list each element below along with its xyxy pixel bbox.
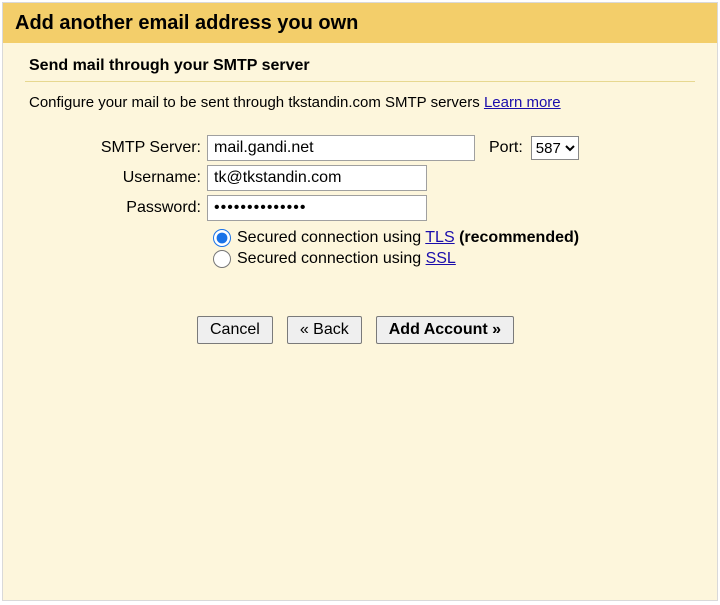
cancel-button[interactable]: Cancel <box>197 316 273 344</box>
password-input[interactable] <box>207 195 427 221</box>
security-radio-group: Secured connection using TLS (recommende… <box>213 229 695 268</box>
smtp-form: SMTP Server: Port: 587 Username: Passwor… <box>29 135 695 344</box>
radio-ssl[interactable] <box>213 250 231 268</box>
dialog-window: Add another email address you own Send m… <box>2 2 718 601</box>
radio-tls-prefix: Secured connection using <box>237 229 425 246</box>
smtp-label: SMTP Server: <box>29 139 207 157</box>
instruction-text: Configure your mail to be sent through t… <box>29 94 695 111</box>
username-label: Username: <box>29 169 207 187</box>
username-input[interactable] <box>207 165 427 191</box>
button-row: Cancel « Back Add Account » <box>197 316 695 344</box>
password-label: Password: <box>29 199 207 217</box>
tls-link[interactable]: TLS <box>425 229 454 246</box>
radio-tls[interactable] <box>213 229 231 247</box>
row-smtp: SMTP Server: Port: 587 <box>29 135 695 161</box>
radio-ssl-row[interactable]: Secured connection using SSL <box>213 250 695 268</box>
learn-more-link[interactable]: Learn more <box>484 94 561 111</box>
radio-ssl-prefix: Secured connection using <box>237 250 426 267</box>
back-button[interactable]: « Back <box>287 316 362 344</box>
row-password: Password: <box>29 195 695 221</box>
dialog-body: Send mail through your SMTP server Confi… <box>3 43 717 600</box>
add-account-button[interactable]: Add Account » <box>376 316 514 344</box>
divider <box>25 81 695 82</box>
section-title: Send mail through your SMTP server <box>29 57 695 75</box>
radio-tls-row[interactable]: Secured connection using TLS (recommende… <box>213 229 695 247</box>
port-select[interactable]: 587 <box>531 136 579 160</box>
instruction-prefix: Configure your mail to be sent through t… <box>29 94 484 111</box>
radio-tls-suffix: (recommended) <box>455 229 579 246</box>
port-label: Port: <box>489 139 523 157</box>
smtp-server-input[interactable] <box>207 135 475 161</box>
row-username: Username: <box>29 165 695 191</box>
ssl-link[interactable]: SSL <box>426 250 456 267</box>
dialog-title: Add another email address you own <box>3 3 717 43</box>
